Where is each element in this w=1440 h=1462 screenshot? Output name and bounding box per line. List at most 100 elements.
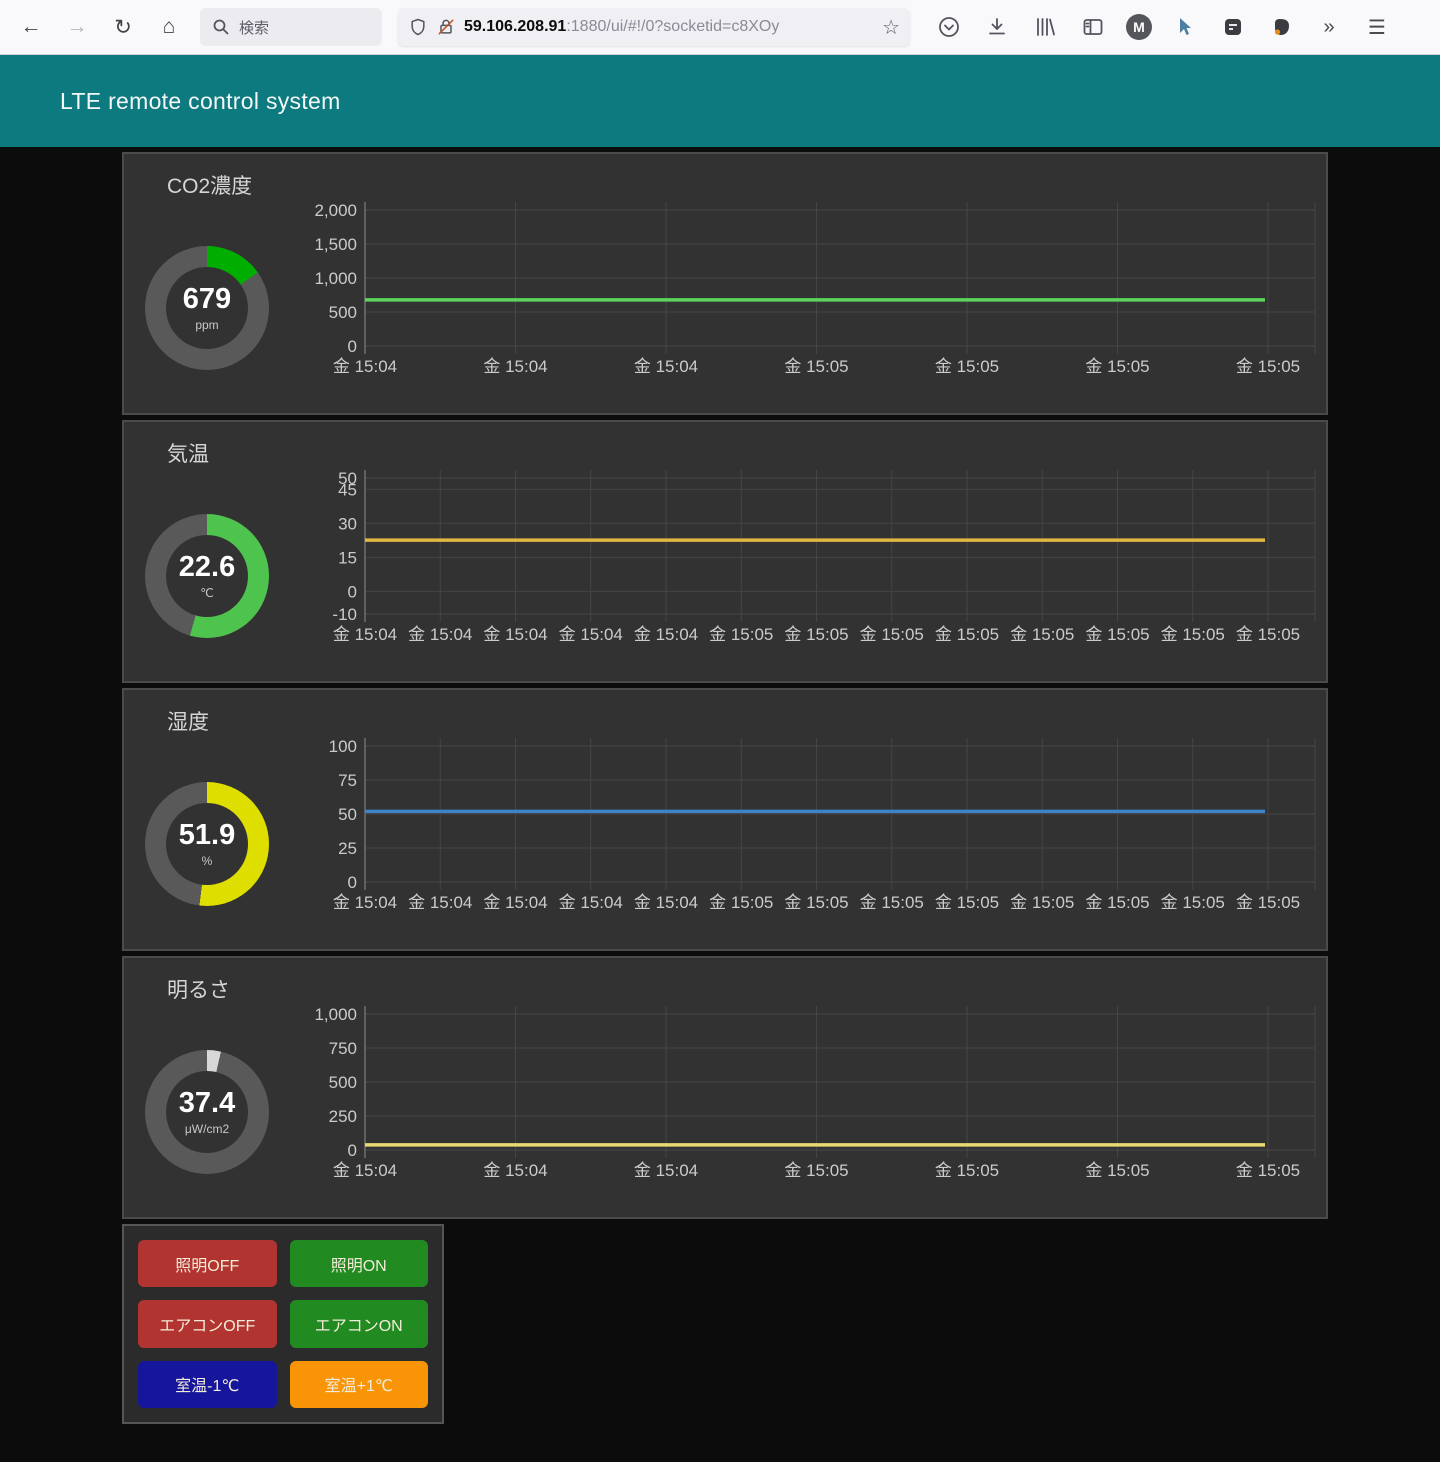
evernote-icon[interactable]: [1266, 12, 1296, 42]
svg-text:金 15:04: 金 15:04: [333, 357, 397, 376]
svg-text:1,000: 1,000: [314, 1005, 357, 1024]
svg-text:金 15:05: 金 15:05: [935, 625, 999, 644]
svg-text:750: 750: [329, 1039, 357, 1058]
gauge-ring: 679 ppm: [145, 246, 269, 370]
svg-text:金 15:04: 金 15:04: [408, 625, 472, 644]
svg-text:50: 50: [338, 805, 357, 824]
svg-text:金 15:05: 金 15:05: [1161, 625, 1225, 644]
svg-text:金 15:04: 金 15:04: [559, 893, 623, 912]
card-extension-icon[interactable]: [1218, 12, 1248, 42]
svg-text:金 15:04: 金 15:04: [483, 357, 547, 376]
temp-up-button[interactable]: 室温+1℃: [290, 1361, 429, 1408]
m-extension-icon[interactable]: M: [1126, 14, 1152, 40]
svg-text:75: 75: [338, 771, 357, 790]
lock-insecure-icon[interactable]: [436, 17, 456, 37]
svg-text:金 15:05: 金 15:05: [1085, 893, 1149, 912]
bookmark-star-icon[interactable]: ☆: [882, 15, 900, 40]
svg-text:金 15:05: 金 15:05: [1236, 357, 1300, 376]
svg-text:0: 0: [348, 582, 357, 601]
search-icon: [212, 18, 230, 36]
search-placeholder: 検索: [239, 17, 269, 38]
svg-text:500: 500: [329, 1073, 357, 1092]
reload-icon[interactable]: ↻: [106, 10, 140, 44]
temperature-chart: 504530150-10金 15:04金 15:04金 15:04金 15:04…: [300, 464, 1320, 646]
svg-text:金 15:04: 金 15:04: [483, 1161, 547, 1180]
svg-text:金 15:05: 金 15:05: [1236, 625, 1300, 644]
svg-text:2,000: 2,000: [314, 201, 357, 220]
temperature-gauge: 22.6 ℃: [145, 514, 269, 638]
overflow-icon[interactable]: »: [1314, 12, 1344, 42]
menu-icon[interactable]: ☰: [1362, 12, 1392, 42]
panel-title: 明るさ: [167, 974, 230, 1004]
svg-text:15: 15: [338, 548, 357, 567]
control-button-panel: 照明OFF 照明ON エアコンOFF エアコンON 室温-1℃ 室温+1℃: [122, 1224, 444, 1424]
svg-text:-10: -10: [332, 605, 357, 624]
svg-text:金 15:05: 金 15:05: [1161, 893, 1225, 912]
url-path: :1880/ui/#!/0?socketid=c8XOy: [566, 18, 779, 35]
svg-text:金 15:04: 金 15:04: [408, 893, 472, 912]
svg-text:金 15:04: 金 15:04: [333, 893, 397, 912]
svg-text:金 15:04: 金 15:04: [483, 893, 547, 912]
temp-down-button[interactable]: 室温-1℃: [138, 1361, 277, 1408]
svg-text:金 15:04: 金 15:04: [333, 1161, 397, 1180]
page-title: LTE remote control system: [60, 88, 341, 115]
app-header: LTE remote control system: [0, 55, 1440, 147]
svg-text:30: 30: [338, 514, 357, 533]
svg-text:金 15:04: 金 15:04: [333, 625, 397, 644]
home-icon[interactable]: ⌂: [152, 10, 186, 44]
library-icon[interactable]: [1030, 12, 1060, 42]
svg-text:金 15:05: 金 15:05: [784, 893, 848, 912]
url-text: 59.106.208.91:1880/ui/#!/0?socketid=c8XO…: [464, 18, 874, 36]
gauge-unit: ppm: [195, 318, 218, 332]
panel-brightness: 明るさ 37.4 μW/cm2 1,0007505002500金 15:04金 …: [122, 956, 1328, 1219]
svg-text:金 15:04: 金 15:04: [634, 1161, 698, 1180]
light-on-button[interactable]: 照明ON: [290, 1240, 429, 1287]
back-icon[interactable]: ←: [14, 10, 48, 44]
gauge-ring: 51.9 %: [145, 782, 269, 906]
brightness-chart: 1,0007505002500金 15:04金 15:04金 15:04金 15…: [300, 1000, 1320, 1182]
svg-text:金 15:05: 金 15:05: [1236, 1161, 1300, 1180]
panel-title: 湿度: [167, 706, 209, 736]
light-off-button[interactable]: 照明OFF: [138, 1240, 277, 1287]
download-icon[interactable]: [982, 12, 1012, 42]
svg-text:金 15:05: 金 15:05: [860, 625, 924, 644]
gauge-unit: μW/cm2: [185, 1122, 229, 1136]
dashboard: CO2濃度 679 ppm 2,0001,5001,0005000金 15:04…: [0, 147, 1440, 1424]
svg-text:金 15:05: 金 15:05: [1085, 1161, 1149, 1180]
gauge-ring: 37.4 μW/cm2: [145, 1050, 269, 1174]
sidebar-icon[interactable]: [1078, 12, 1108, 42]
cursor-extension-icon[interactable]: [1170, 12, 1200, 42]
brightness-gauge: 37.4 μW/cm2: [145, 1050, 269, 1174]
svg-text:1,000: 1,000: [314, 269, 357, 288]
svg-text:金 15:05: 金 15:05: [935, 357, 999, 376]
shield-icon[interactable]: [408, 17, 428, 37]
svg-text:金 15:05: 金 15:05: [784, 1161, 848, 1180]
humidity-chart: 1007550250金 15:04金 15:04金 15:04金 15:04金 …: [300, 732, 1320, 914]
panel-title: 気温: [167, 438, 209, 468]
forward-icon[interactable]: →: [60, 10, 94, 44]
svg-text:500: 500: [329, 303, 357, 322]
pocket-icon[interactable]: [934, 12, 964, 42]
url-bar[interactable]: 59.106.208.91:1880/ui/#!/0?socketid=c8XO…: [398, 8, 910, 46]
url-host: 59.106.208.91: [464, 18, 566, 35]
svg-text:0: 0: [348, 873, 357, 892]
gauge-value: 51.9: [179, 821, 235, 850]
panel-co2: CO2濃度 679 ppm 2,0001,5001,0005000金 15:04…: [122, 152, 1328, 415]
panel-title: CO2濃度: [167, 170, 252, 200]
browser-toolbar: ← → ↻ ⌂ 検索 59.106.208.91:1880/ui/#!/0?so…: [0, 0, 1440, 55]
co2-gauge: 679 ppm: [145, 246, 269, 370]
svg-text:金 15:04: 金 15:04: [483, 625, 547, 644]
svg-text:金 15:05: 金 15:05: [1085, 625, 1149, 644]
aircon-off-button[interactable]: エアコンOFF: [138, 1300, 277, 1347]
gauge-value: 679: [183, 285, 231, 314]
svg-text:金 15:05: 金 15:05: [1236, 893, 1300, 912]
svg-text:金 15:05: 金 15:05: [935, 1161, 999, 1180]
svg-text:金 15:04: 金 15:04: [634, 893, 698, 912]
gauge-unit: ℃: [200, 586, 213, 600]
search-input[interactable]: 検索: [200, 8, 382, 46]
svg-text:0: 0: [348, 337, 357, 356]
svg-text:25: 25: [338, 839, 357, 858]
svg-text:金 15:05: 金 15:05: [935, 893, 999, 912]
svg-text:0: 0: [348, 1141, 357, 1160]
aircon-on-button[interactable]: エアコンON: [290, 1300, 429, 1347]
